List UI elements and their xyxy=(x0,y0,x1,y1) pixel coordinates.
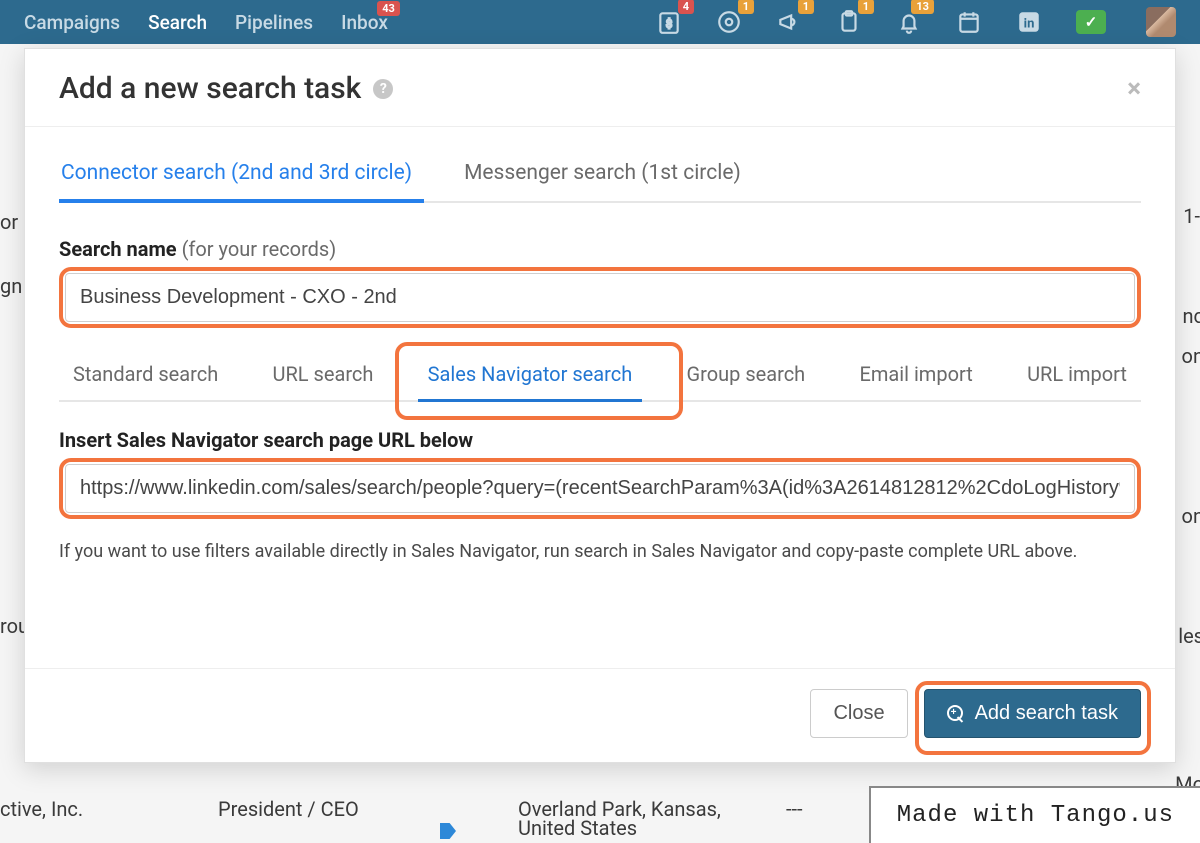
svg-text:in: in xyxy=(1024,16,1035,31)
clipboard-badge: 1 xyxy=(858,0,874,14)
inbox-badge: 43 xyxy=(377,1,400,16)
question-icon[interactable]: ? xyxy=(373,79,393,99)
nav-campaigns[interactable]: Campaigns xyxy=(24,11,120,34)
bg-role: President / CEO xyxy=(218,797,359,821)
tab-email-import[interactable]: Email import xyxy=(855,350,976,400)
bell-icon[interactable]: 13 xyxy=(896,9,922,35)
billing-badge: 4 xyxy=(678,0,694,14)
add-search-task-label: Add search task xyxy=(975,702,1118,725)
url-label: Insert Sales Navigator search page URL b… xyxy=(59,428,1141,452)
billing-icon[interactable]: $ 4 xyxy=(656,9,682,35)
help-badge: 1 xyxy=(738,0,754,14)
tag-icon xyxy=(440,823,456,839)
close-button[interactable]: Close xyxy=(810,689,907,738)
bg-frag: or xyxy=(0,210,18,234)
search-type-tabs-wrap: Standard search URL search Sales Navigat… xyxy=(59,350,1141,402)
avatar[interactable] xyxy=(1146,7,1176,37)
search-name-label: Search name (for your records) xyxy=(59,237,1141,261)
url-helper-text: If you want to use filters available dir… xyxy=(59,541,1141,562)
tab-connector-search[interactable]: Connector search (2nd and 3rd circle) xyxy=(59,151,414,201)
tab-url-search[interactable]: URL search xyxy=(268,350,377,400)
add-search-task-modal: Add a new search task ? × Connector sear… xyxy=(24,48,1176,763)
nav-inbox[interactable]: Inbox 43 xyxy=(341,11,388,34)
modal-body: Connector search (2nd and 3rd circle) Me… xyxy=(25,127,1175,668)
bell-badge: 13 xyxy=(911,0,934,14)
bg-company: ctive, Inc. xyxy=(0,797,83,821)
modal-title: Add a new search task xyxy=(59,71,361,106)
highlight-search-name xyxy=(59,267,1141,328)
nav-icons: $ 4 1 1 1 13 in ✓ xyxy=(656,7,1176,37)
status-ok-icon[interactable]: ✓ xyxy=(1076,10,1106,34)
bg-frag: gn xyxy=(0,274,22,298)
nav-search[interactable]: Search xyxy=(148,11,207,34)
sales-navigator-url-input[interactable] xyxy=(65,464,1135,513)
nav-pipelines[interactable]: Pipelines xyxy=(235,11,313,34)
bg-frag: on xyxy=(1182,504,1200,528)
svg-text:$: $ xyxy=(666,17,672,30)
modal-header: Add a new search task ? × xyxy=(25,49,1175,127)
linkedin-icon[interactable]: in xyxy=(1016,9,1042,35)
add-search-task-button[interactable]: + Add search task xyxy=(924,689,1141,738)
megaphone-icon[interactable]: 1 xyxy=(776,9,802,35)
tab-sales-navigator-search[interactable]: Sales Navigator search xyxy=(424,350,637,400)
bg-frag: on xyxy=(1182,344,1200,368)
search-type-tabs: Standard search URL search Sales Navigat… xyxy=(59,350,1141,402)
bg-frag: les xyxy=(1178,624,1200,648)
tab-standard-search[interactable]: Standard search xyxy=(69,350,222,400)
tab-url-import[interactable]: URL import xyxy=(1023,350,1131,400)
close-icon[interactable]: × xyxy=(1127,74,1141,104)
watermark: Made with Tango.us xyxy=(869,786,1200,843)
bg-dashes: --- xyxy=(786,797,803,821)
help-icon[interactable]: 1 xyxy=(716,9,742,35)
search-scope-tabs: Connector search (2nd and 3rd circle) Me… xyxy=(59,151,1141,203)
bg-frag: nc xyxy=(1182,304,1200,328)
bg-frag: 1- xyxy=(1183,204,1200,228)
megaphone-badge: 1 xyxy=(798,0,814,14)
calendar-icon[interactable] xyxy=(956,9,982,35)
bg-location2: United States xyxy=(518,816,637,840)
top-nav: Campaigns Search Pipelines Inbox 43 $ 4 … xyxy=(0,0,1200,44)
search-plus-icon: + xyxy=(947,705,965,723)
search-name-input[interactable] xyxy=(65,273,1135,322)
modal-footer: Close + Add search task xyxy=(25,668,1175,762)
highlight-url-input xyxy=(59,458,1141,519)
clipboard-icon[interactable]: 1 xyxy=(836,9,862,35)
tab-messenger-search[interactable]: Messenger search (1st circle) xyxy=(462,151,743,201)
tab-group-search[interactable]: Group search xyxy=(682,350,809,400)
